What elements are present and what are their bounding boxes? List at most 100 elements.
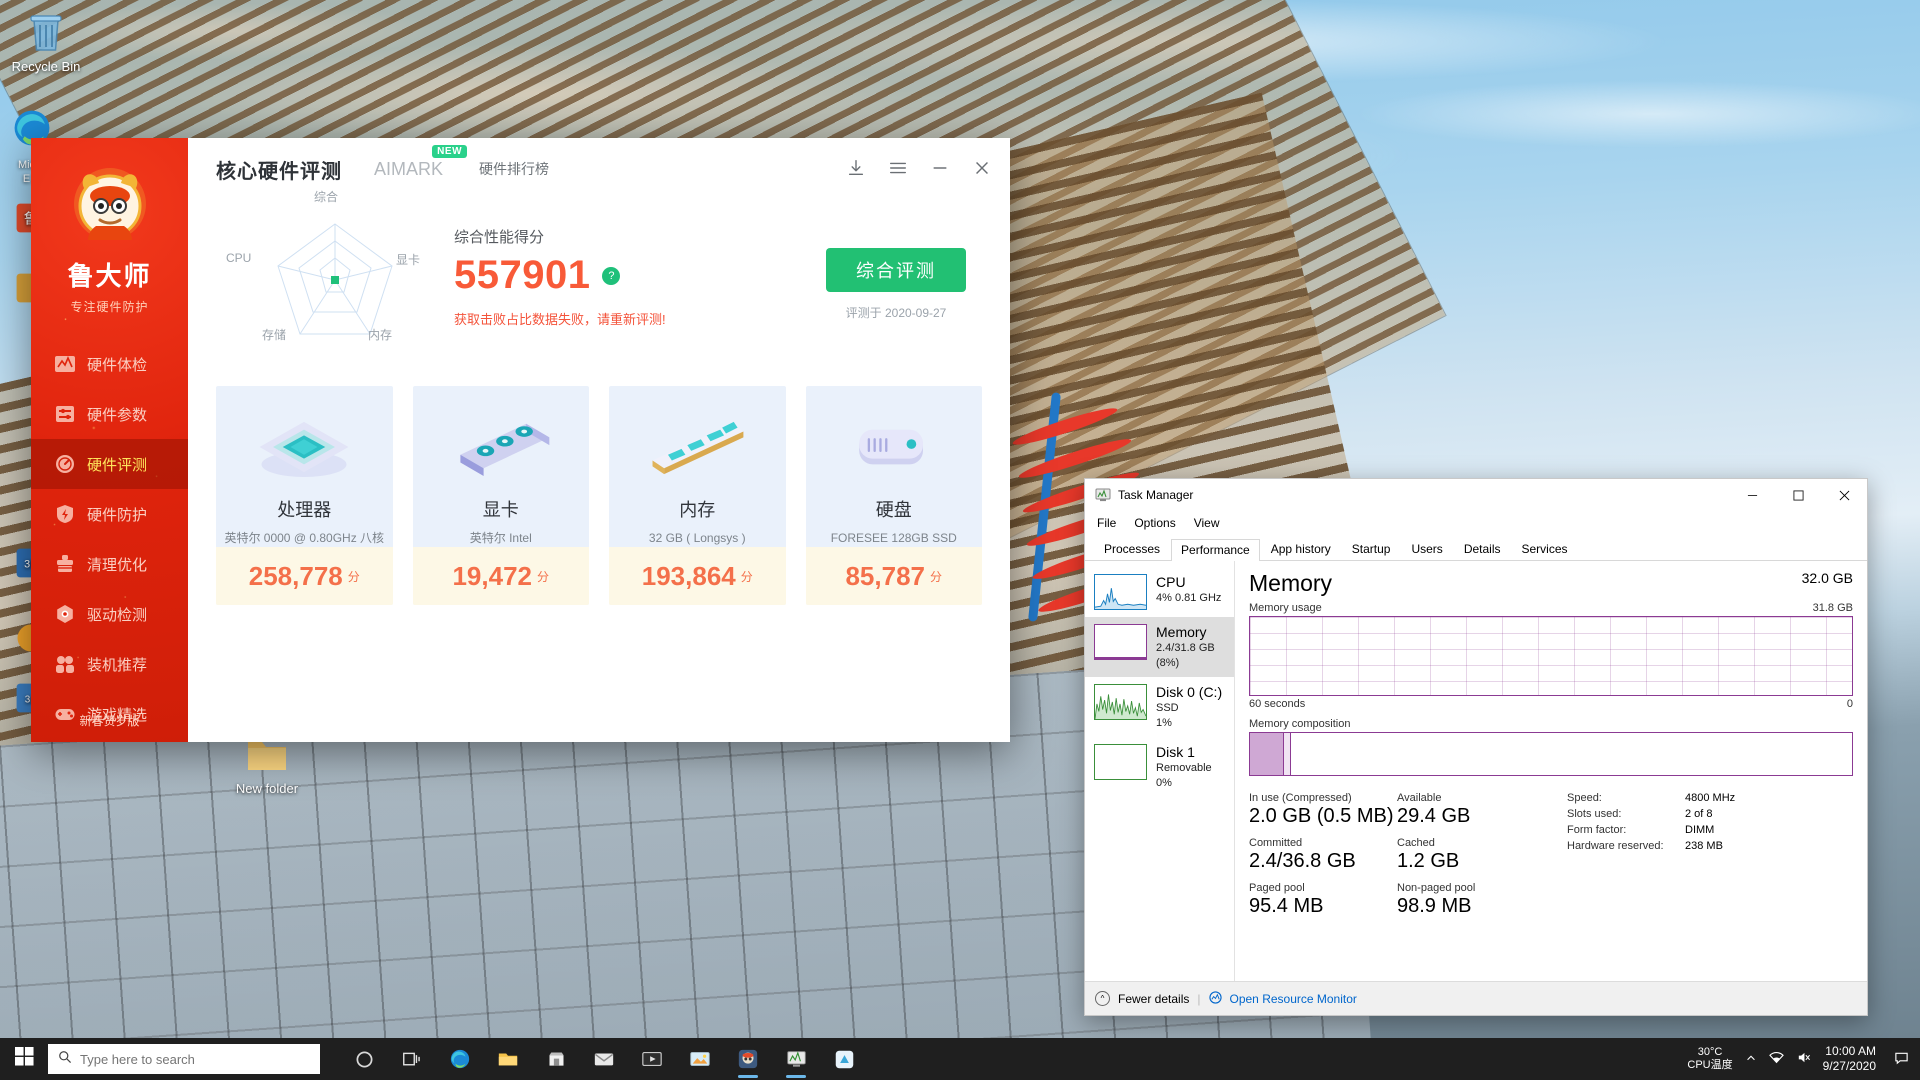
movies-tv-icon[interactable] (628, 1038, 676, 1080)
ludashi-brand: 鲁大师 (67, 261, 152, 291)
shield-bolt-icon (54, 503, 76, 525)
resource-item-memory[interactable]: Memory 2.4/31.8 GB (8%) (1085, 617, 1234, 677)
task-view-icon[interactable] (388, 1038, 436, 1080)
desktop-icon-recycle-bin[interactable]: Recycle Bin (4, 8, 88, 74)
maximize-icon[interactable] (1775, 479, 1821, 511)
minimize-icon[interactable] (930, 158, 952, 180)
search-box[interactable] (48, 1044, 320, 1074)
sidebar-item-build-recommend[interactable]: 装机推荐 (31, 639, 188, 689)
notification-icon[interactable] (1894, 1050, 1910, 1068)
cortana-icon[interactable] (340, 1038, 388, 1080)
memory-usage-max: 31.8 GB (1812, 602, 1853, 614)
resource-name: Disk 1 (1156, 744, 1195, 760)
clock-date: 9/27/2020 (1822, 1059, 1876, 1073)
ram-stick-icon (639, 406, 755, 488)
menu-options[interactable]: Options (1134, 516, 1175, 530)
chevron-up-icon[interactable]: ^ (1095, 991, 1110, 1006)
task-manager-title: Task Manager (1118, 488, 1194, 502)
composition-segment-free (1290, 733, 1852, 775)
memory-statistics: In use (Compressed) 2.0 GB (0.5 MB) Avai… (1249, 792, 1853, 927)
spec-speed: Speed: 4800 MHz (1567, 792, 1853, 804)
temperature-label: CPU温度 (1687, 1059, 1733, 1071)
run-benchmark-button[interactable]: 综合评测 (826, 248, 966, 292)
network-icon[interactable] (1768, 1050, 1784, 1068)
task-manager-icon[interactable] (772, 1038, 820, 1080)
fewer-details-button[interactable]: Fewer details (1118, 992, 1189, 1006)
ludashi-slogan: 专注硬件防护 (70, 300, 149, 314)
edge-icon[interactable] (436, 1038, 484, 1080)
resource-item-text: CPU 4% 0.81 GHz (1156, 574, 1221, 605)
sidebar-item-hardware-protection[interactable]: 硬件防护 (31, 489, 188, 539)
stat-cached: Cached 1.2 GB (1397, 837, 1545, 873)
ludashi-icon[interactable] (724, 1038, 772, 1080)
tab-app-history[interactable]: App history (1261, 538, 1341, 560)
mail-icon[interactable] (580, 1038, 628, 1080)
temperature-value: 30°C (1697, 1046, 1723, 1058)
resource-name: Disk 0 (C:) (1156, 684, 1223, 700)
tab-hardware-ranking[interactable]: 硬件排行榜 (479, 159, 549, 179)
download-icon[interactable] (846, 158, 868, 180)
sidebar-item-driver-detect[interactable]: 驱动检测 (31, 589, 188, 639)
ludashi-titlebar[interactable]: 核心硬件评测 AIMARK NEW 硬件排行榜 (188, 138, 1010, 200)
cpu-temperature-widget[interactable]: 30°C CPU温度 (1687, 1046, 1732, 1072)
tab-services[interactable]: Services (1512, 538, 1578, 560)
sidebar-item-hardware-benchmark[interactable]: 硬件评测 (31, 439, 188, 489)
tab-users[interactable]: Users (1401, 538, 1452, 560)
open-resource-monitor-link[interactable]: Open Resource Monitor (1230, 992, 1357, 1006)
sidebar-item-label: 装机推荐 (87, 656, 148, 674)
resource-item-disk0[interactable]: Disk 0 (C:) SSD 1% (1085, 677, 1234, 737)
start-button[interactable] (0, 1038, 48, 1080)
taskbar-items (340, 1038, 868, 1080)
clock[interactable]: 10:00 AM 9/27/2020 (1823, 1044, 1882, 1074)
card-cpu[interactable]: 处理器 英特尔 0000 @ 0.80GHz 八核 258,778 分 (216, 386, 393, 605)
ludashi-footer-text: 新春贺岁版 (79, 714, 140, 728)
stat-label: Available (1397, 792, 1442, 804)
menu-view[interactable]: View (1194, 516, 1220, 530)
task-manager-window[interactable]: Task Manager File Options View Processes… (1084, 478, 1868, 1016)
tab-performance[interactable]: Performance (1171, 539, 1260, 561)
microsoft-store-icon[interactable] (532, 1038, 580, 1080)
close-icon[interactable] (972, 158, 994, 180)
radar-label-gpu: 显卡 (396, 253, 421, 267)
card-memory[interactable]: 内存 32 GB ( Longsys ) 193,864 分 (609, 386, 786, 605)
spec-label: Slots used: (1567, 808, 1622, 820)
sliders-icon (54, 403, 76, 425)
tab-processes[interactable]: Processes (1094, 538, 1170, 560)
card-title: 硬盘 (875, 500, 912, 520)
component-cards: 处理器 英特尔 0000 @ 0.80GHz 八核 258,778 分 显卡 英… (188, 386, 1010, 605)
sidebar-item-cleanup-optimize[interactable]: 清理优化 (31, 539, 188, 589)
photos-icon[interactable] (676, 1038, 724, 1080)
spec-value: 238 MB (1685, 840, 1723, 852)
hex-gear-icon (54, 603, 76, 625)
app-icon[interactable] (820, 1038, 868, 1080)
card-gpu[interactable]: 显卡 英特尔 Intel 19,472 分 (412, 386, 589, 605)
task-manager-titlebar[interactable]: Task Manager (1085, 479, 1867, 511)
tab-details[interactable]: Details (1454, 538, 1511, 560)
resource-item-cpu[interactable]: CPU 4% 0.81 GHz (1085, 567, 1234, 617)
help-icon[interactable]: ? (602, 266, 621, 285)
tab-aimark[interactable]: AIMARK NEW (374, 144, 468, 180)
spec-label: Speed: (1567, 792, 1602, 804)
hamburger-icon[interactable] (888, 158, 910, 180)
volume-icon[interactable] (1796, 1050, 1811, 1068)
tab-startup[interactable]: Startup (1342, 538, 1401, 560)
ludashi-sidebar: 鲁大师 专注硬件防护 硬件体检 硬件参数 硬件评测 硬件防护 清理优化 驱动检测… (31, 138, 188, 742)
card-disk[interactable]: 硬盘 FORESEE 128GB SSD 85,787 分 (805, 386, 982, 605)
card-score-unit: 分 (537, 569, 550, 584)
ludashi-main: 核心硬件评测 AIMARK NEW 硬件排行榜 综合 显卡 内存 存储 CPU … (188, 138, 1010, 742)
search-icon (58, 1050, 72, 1069)
minimize-icon[interactable] (1729, 479, 1775, 511)
resource-item-disk1[interactable]: Disk 1 Removable 0% (1085, 737, 1234, 797)
ludashi-window[interactable]: 鲁大师 专注硬件防护 硬件体检 硬件参数 硬件评测 硬件防护 清理优化 驱动检测… (31, 138, 1010, 742)
sidebar-item-hardware-params[interactable]: 硬件参数 (31, 389, 188, 439)
desktop-icon-label: Recycle Bin (11, 59, 81, 74)
sidebar-item-hardware-check[interactable]: 硬件体检 (31, 339, 188, 389)
search-input[interactable] (80, 1051, 290, 1067)
file-explorer-icon[interactable] (484, 1038, 532, 1080)
resource-sub-1: Removable (1156, 762, 1212, 774)
chevron-up-icon[interactable] (1745, 1052, 1757, 1067)
menu-file[interactable]: File (1097, 516, 1116, 530)
close-icon[interactable] (1821, 479, 1867, 511)
stat-value: 29.4 GB (1397, 805, 1471, 827)
card-title: 处理器 (277, 500, 332, 520)
